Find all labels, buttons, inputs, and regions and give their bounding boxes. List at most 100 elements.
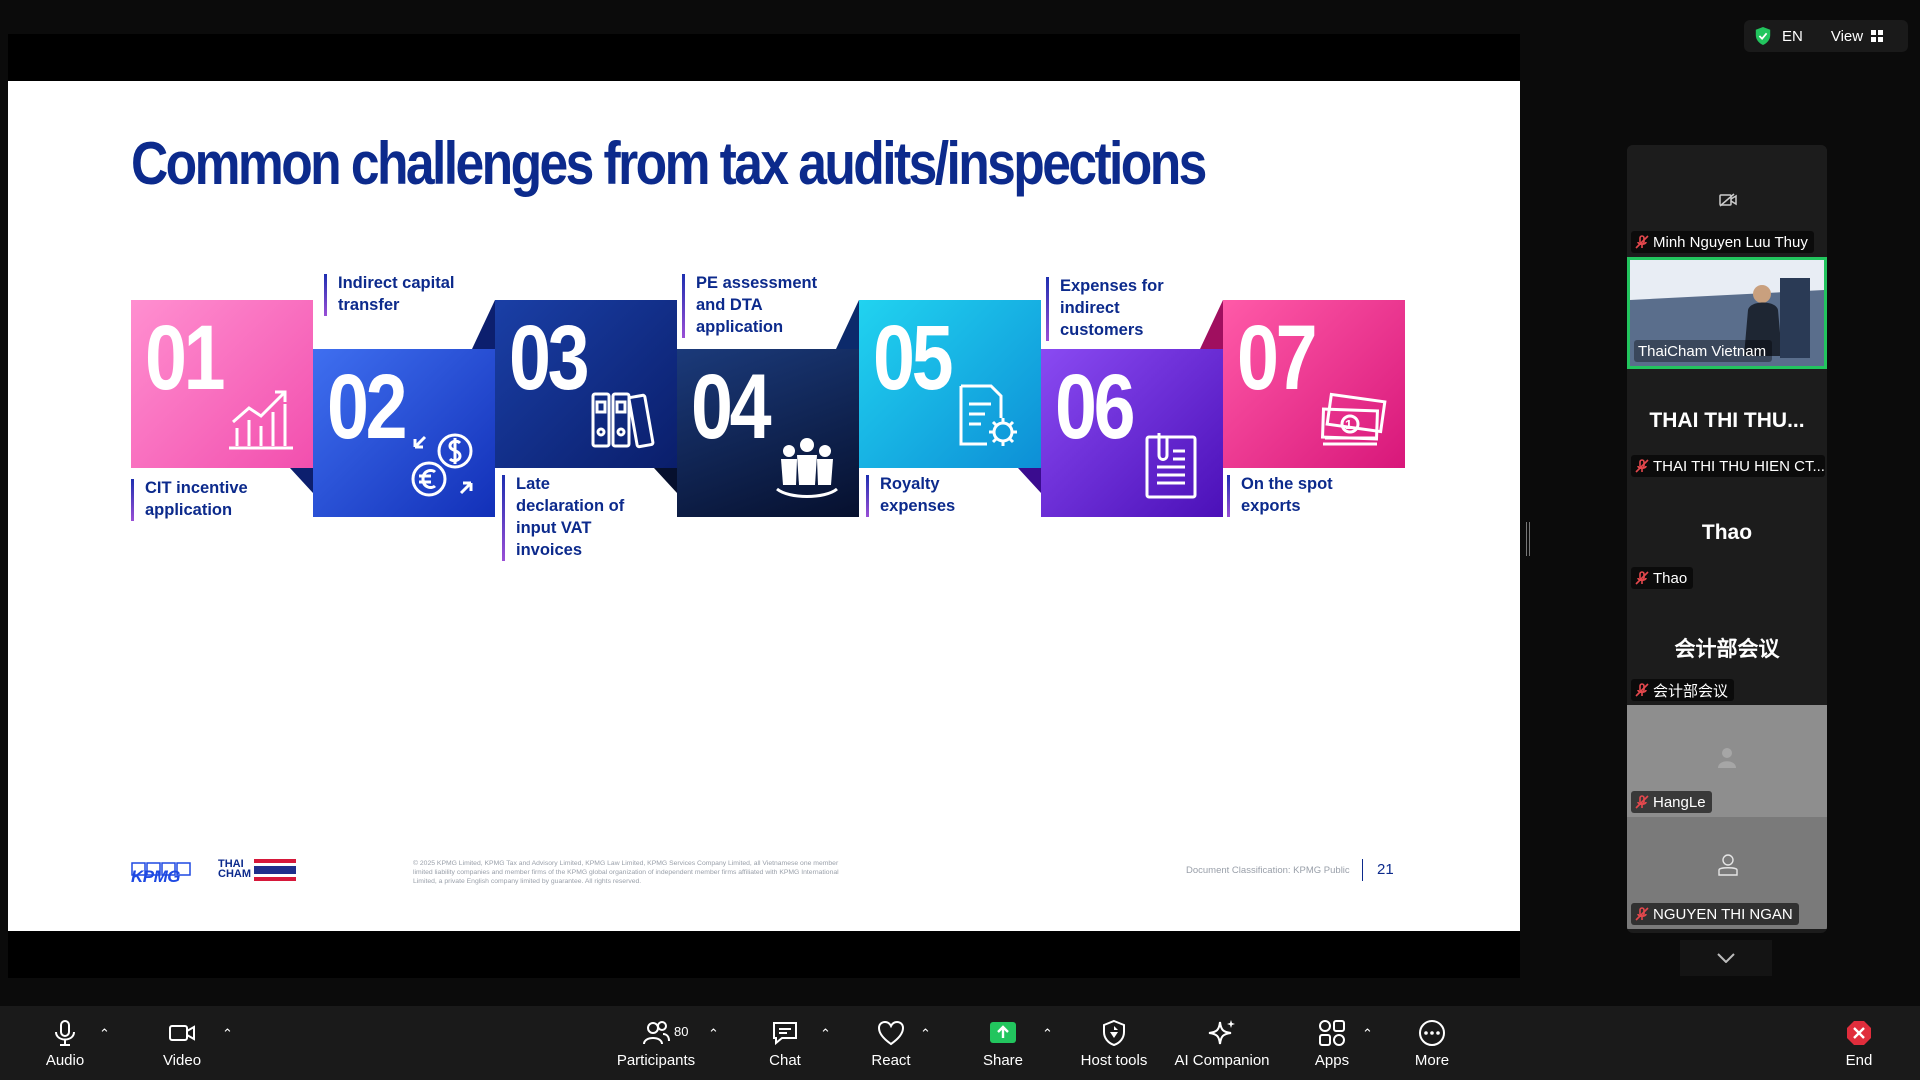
participants-icon (643, 1020, 670, 1044)
chat-options-caret[interactable]: ⌃ (820, 1026, 831, 1042)
challenge-label-03: Late declaration of input VAT invoices (502, 473, 632, 561)
participant-tile[interactable]: Thao Thao (1627, 481, 1827, 593)
meeting-controls-toolbar: Audio ⌃ Video ⌃ Participants 80 ⌃ Chat ⌃… (0, 1006, 1920, 1080)
view-grid-icon (1871, 30, 1884, 42)
mic-muted-icon (1635, 683, 1649, 697)
video-options-caret[interactable]: ⌃ (222, 1026, 233, 1042)
slide-page-number: 21 (1377, 861, 1394, 878)
participant-tile[interactable]: Minh Nguyen Luu Thuy (1627, 145, 1827, 257)
challenge-tile-05: 05 (859, 300, 1041, 468)
participant-name-tag: THAI THI THU HIEN CT... (1631, 455, 1825, 477)
mic-muted-icon (1635, 235, 1649, 249)
svg-text:1: 1 (1345, 417, 1352, 432)
video-button[interactable]: Video (157, 1006, 207, 1080)
participant-tile[interactable]: THAI THI THU... THAI THI THU HIEN CT... (1627, 369, 1827, 481)
apps-button[interactable]: Apps (1314, 1006, 1350, 1080)
chat-button[interactable]: Chat (764, 1006, 806, 1080)
challenge-tile-02: 02 (313, 349, 495, 517)
participants-video-panel: Minh Nguyen Luu Thuy ThaiCham Vietnam TH… (1627, 145, 1827, 933)
encryption-shield-icon[interactable] (1754, 26, 1772, 46)
mic-muted-icon (1635, 907, 1649, 921)
participant-name-tag: ThaiCham Vietnam (1634, 340, 1773, 362)
participants-count: 80 (674, 1024, 689, 1039)
tile-number: 03 (509, 307, 590, 409)
participant-name-tag: 会计部会议 (1631, 679, 1735, 701)
challenge-tile-01: 01 (131, 300, 313, 468)
kpmg-logo-text: KPMG (131, 867, 181, 886)
audio-button[interactable]: Audio (38, 1006, 92, 1080)
share-screen-icon (990, 1021, 1016, 1043)
challenge-label-02: Indirect capital transfer (324, 272, 474, 316)
participant-tile[interactable]: NGUYEN THI NGAN (1627, 817, 1827, 929)
challenge-label-04: PE assessment and DTA application (682, 272, 842, 338)
challenge-tile-03: 03 (495, 300, 677, 468)
mic-muted-icon (1635, 795, 1649, 809)
avatar-placeholder-icon (1718, 854, 1738, 876)
slide-title: Common challenges from tax audits/inspec… (131, 130, 1207, 197)
language-button[interactable]: EN (1782, 28, 1803, 45)
challenge-tile-07: 07 1 (1223, 300, 1405, 468)
react-options-caret[interactable]: ⌃ (920, 1026, 931, 1042)
tile-number: 02 (327, 356, 408, 458)
thaicham-logo-text: THAI CHAM (218, 858, 251, 880)
share-screen-button[interactable]: Share (980, 1006, 1026, 1080)
shield-icon (1103, 1019, 1125, 1046)
apps-options-caret[interactable]: ⌃ (1362, 1026, 1373, 1042)
chat-bubble-icon (773, 1021, 797, 1045)
zoom-meeting-window: EN View Common challenges from tax audit… (0, 0, 1920, 1080)
challenge-label-06: Expenses for indirect customers (1046, 275, 1186, 341)
copyright-notice: © 2025 KPMG Limited, KPMG Tax and Adviso… (413, 860, 839, 885)
video-camera-icon (169, 1024, 195, 1041)
page-number-divider (1362, 859, 1363, 881)
share-options-caret[interactable]: ⌃ (1042, 1026, 1053, 1042)
participants-button[interactable]: Participants 80 (604, 1006, 708, 1080)
shared-slide: Common challenges from tax audits/inspec… (8, 81, 1520, 931)
document-settings-icon (959, 384, 1017, 446)
participant-name-tag: Minh Nguyen Luu Thuy (1631, 231, 1814, 253)
mic-muted-icon (1635, 571, 1649, 585)
view-button[interactable]: View (1831, 28, 1884, 45)
tile-number: 04 (691, 356, 772, 458)
audio-options-caret[interactable]: ⌃ (99, 1026, 110, 1042)
end-meeting-button[interactable]: End (1844, 1006, 1874, 1080)
currency-exchange-icon (411, 433, 473, 497)
chevron-down-icon (1717, 953, 1735, 963)
scroll-participants-down-button[interactable] (1680, 940, 1772, 976)
ai-companion-button[interactable]: AI Companion (1174, 1006, 1270, 1080)
binders-icon (591, 392, 655, 449)
tile-number: 06 (1055, 356, 1136, 458)
react-button[interactable]: React (868, 1006, 914, 1080)
microphone-icon (55, 1019, 75, 1046)
growth-chart-icon (229, 390, 293, 450)
thai-flag-icon (254, 859, 296, 881)
participant-name-tag: HangLe (1631, 791, 1712, 813)
mic-muted-icon (1635, 459, 1649, 473)
host-tools-button[interactable]: Host tools (1078, 1006, 1150, 1080)
tile-number: 05 (873, 307, 954, 409)
challenge-tile-06: 06 (1041, 349, 1223, 517)
team-group-icon (776, 438, 838, 498)
panel-resize-handle[interactable] (1526, 522, 1530, 556)
participant-video-tile-active-speaker[interactable]: ThaiCham Vietnam (1627, 257, 1827, 369)
more-button[interactable]: More (1412, 1006, 1452, 1080)
sparkle-icon (1208, 1019, 1235, 1044)
document-classification: Document Classification: KPMG Public (1186, 865, 1350, 876)
participant-tile[interactable]: HangLe (1627, 705, 1827, 817)
participant-display-name: Thao (1701, 521, 1753, 544)
challenge-tile-04: 04 (677, 349, 859, 517)
participants-options-caret[interactable]: ⌃ (708, 1026, 719, 1042)
tile-number: 07 (1237, 307, 1318, 409)
cash-money-icon: 1 (1320, 392, 1387, 446)
participant-name-tag: Thao (1631, 567, 1694, 589)
video-off-icon (1719, 193, 1737, 207)
avatar-icon (1718, 748, 1736, 768)
more-options-icon (1419, 1019, 1445, 1046)
meeting-status-bar: EN View (1744, 20, 1908, 52)
clipboard-document-icon (1145, 433, 1197, 499)
apps-grid-icon (1319, 1019, 1345, 1046)
challenge-label-05: Royalty expenses (866, 473, 986, 517)
challenge-label-07: On the spot exports (1227, 473, 1357, 517)
participant-tile[interactable]: 会计部会议 会计部会议 (1627, 593, 1827, 705)
participant-display-name: 会计部会议 (1674, 638, 1780, 661)
participant-name-tag: NGUYEN THI NGAN (1631, 903, 1799, 925)
